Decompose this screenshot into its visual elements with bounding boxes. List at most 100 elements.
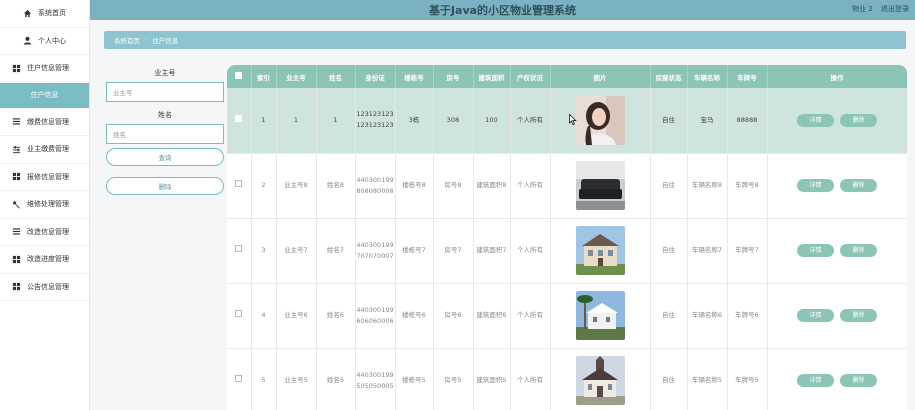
row-checkbox-cell[interactable] [227,283,252,349]
delete-button[interactable]: 删除 [840,244,878,257]
sidebar-item-repair-handling[interactable]: 维修处理管理 [0,191,89,219]
row-checkbox-cell[interactable] [227,88,252,154]
sidebar-item-repair-info[interactable]: 报修信息管理 [0,164,89,191]
username: 物业 2 [852,5,873,13]
user-area: 物业 2 退出登录 [846,4,909,14]
cell-building: 3栋 [395,88,434,154]
cell-plate: 车牌号6 [727,283,768,349]
church-photo [575,356,625,405]
name-input[interactable]: 姓名 [106,124,224,144]
table-row[interactable]: 1 1 1 123123123123123123 3栋 308 100 个人所有… [227,88,907,154]
sidebar-item-owner-payment[interactable]: 业主缴费管理 [0,136,89,164]
row-checkbox[interactable] [235,310,243,317]
row-checkbox-cell[interactable] [227,153,252,219]
cell-owner: 业主号7 [276,218,317,284]
batch-delete-button[interactable]: 删除 [106,177,224,195]
owner-number-input[interactable]: 业主号 [106,82,224,102]
sidebar-item-resident-info[interactable]: 住户信息 [0,82,89,109]
detail-button[interactable]: 详情 [796,113,834,127]
cell-image [550,153,651,219]
cell-index: 3 [251,218,277,284]
cell-property: 个人所有 [510,283,551,349]
sidebar-item-label: 公告信息管理 [27,282,69,291]
logout-link[interactable]: 退出登录 [881,5,909,13]
cell-car: 车辆名称5 [687,348,728,410]
sidebar-item-label: 报修信息管理 [27,172,69,181]
column-header: 车辆名称 [687,65,728,88]
cell-idcard: 440300199808080008 [355,153,396,219]
user-icon [23,36,32,45]
sidebar-item-label: 缴费信息管理 [27,117,69,126]
sidebar-item-renovation-progress[interactable]: 改造进度管理 [0,246,89,274]
table-header-row: 索引 业主号 姓名 身份证 楼栋号 房号 建筑面积 产权状况 图片 房屋状态 车… [227,65,907,88]
delete-button[interactable]: 删除 [840,179,878,192]
cell-owner: 业主号5 [276,348,317,410]
delete-button[interactable]: 删除 [840,113,878,127]
row-checkbox[interactable] [235,375,243,382]
owner-number-label: 业主号 [154,69,176,77]
cell-idcard: 440300199505050005 [355,348,396,410]
column-header: 房号 [433,65,474,88]
palm-house-photo [575,291,625,340]
detail-button[interactable]: 详情 [796,309,834,322]
cell-image [550,348,651,410]
cell-plate: 88888 [727,88,768,154]
sofa-photo [575,161,625,210]
table-row[interactable]: 5 业主号5 姓名5 440300199505050005 楼栋号5 房号5 建… [227,348,907,410]
cell-status: 自住 [650,348,688,410]
column-header: 房屋状态 [650,65,688,88]
table-row[interactable]: 2 业主号8 姓名8 440300199808080008 楼栋号8 房号8 建… [227,153,907,219]
select-all-checkbox-cell[interactable] [227,65,252,88]
sidebar-item-profile[interactable]: 个人中心 [0,28,89,55]
query-button[interactable]: 查询 [106,148,224,166]
house-photo [575,226,625,275]
sidebar-item-payment-info[interactable]: 缴费信息管理 [0,109,89,136]
sidebar: 系统首页 个人中心 住户信息管理 住户信息 缴费信息管理 业主缴费管理 报修信息… [0,0,90,410]
cell-index: 5 [251,348,277,410]
column-header: 楼栋号 [395,65,434,88]
breadcrumb: 系统首页 : 住户信息 [104,31,906,49]
resident-table: 索引 业主号 姓名 身份证 楼栋号 房号 建筑面积 产权状况 图片 房屋状态 车… [227,65,907,410]
cell-building: 楼栋号7 [395,218,434,284]
row-checkbox[interactable] [235,245,243,252]
delete-button[interactable]: 删除 [840,374,878,387]
table-row[interactable]: 3 业主号7 姓名7 440300199707070007 楼栋号7 房号7 建… [227,218,907,284]
table-row[interactable]: 4 业主号6 姓名6 440300199606060006 楼栋号6 房号6 建… [227,283,907,349]
row-checkbox[interactable] [235,114,243,122]
detail-button[interactable]: 详情 [796,374,834,387]
wrench-icon [12,200,21,209]
cell-room: 房号6 [433,283,474,349]
cell-index: 2 [251,153,277,219]
breadcrumb-home[interactable]: 系统首页 [114,35,140,45]
top-header: 基于Java的小区物业管理系统 物业 2 退出登录 [90,0,915,20]
row-checkbox-cell[interactable] [227,218,252,284]
sidebar-item-home[interactable]: 系统首页 [0,0,89,28]
cell-area: 100 [473,88,511,154]
row-checkbox-cell[interactable] [227,348,252,410]
delete-button[interactable]: 删除 [840,309,878,322]
cell-status: 自住 [650,218,688,284]
cell-image [550,218,651,284]
cell-idcard: 440300199707070007 [355,218,396,284]
grid-icon [12,64,21,73]
cell-name: 姓名7 [316,218,356,284]
search-panel: 业主号 业主号 姓名 姓名 查询 删除 [106,68,224,195]
row-checkbox[interactable] [235,180,243,187]
select-all-checkbox[interactable] [235,72,243,79]
sidebar-item-label: 维修处理管理 [27,200,69,209]
cell-building: 楼栋号6 [395,283,434,349]
grid-icon [12,282,21,291]
cell-plate: 车牌号7 [727,218,768,284]
cell-name: 姓名8 [316,153,356,219]
detail-button[interactable]: 详情 [796,179,834,192]
app-title: 基于Java的小区物业管理系统 [428,4,577,17]
grid-icon [12,255,21,264]
cell-owner: 业主号6 [276,283,317,349]
cell-property: 个人所有 [510,88,551,154]
detail-button[interactable]: 详情 [796,244,834,257]
cell-area: 建筑面积6 [473,283,511,349]
sidebar-item-announcements[interactable]: 公告信息管理 [0,274,89,301]
cell-car: 车辆名称6 [687,283,728,349]
sidebar-item-resident-management[interactable]: 住户信息管理 [0,55,89,83]
sidebar-item-renovation-info[interactable]: 改造信息管理 [0,219,89,246]
